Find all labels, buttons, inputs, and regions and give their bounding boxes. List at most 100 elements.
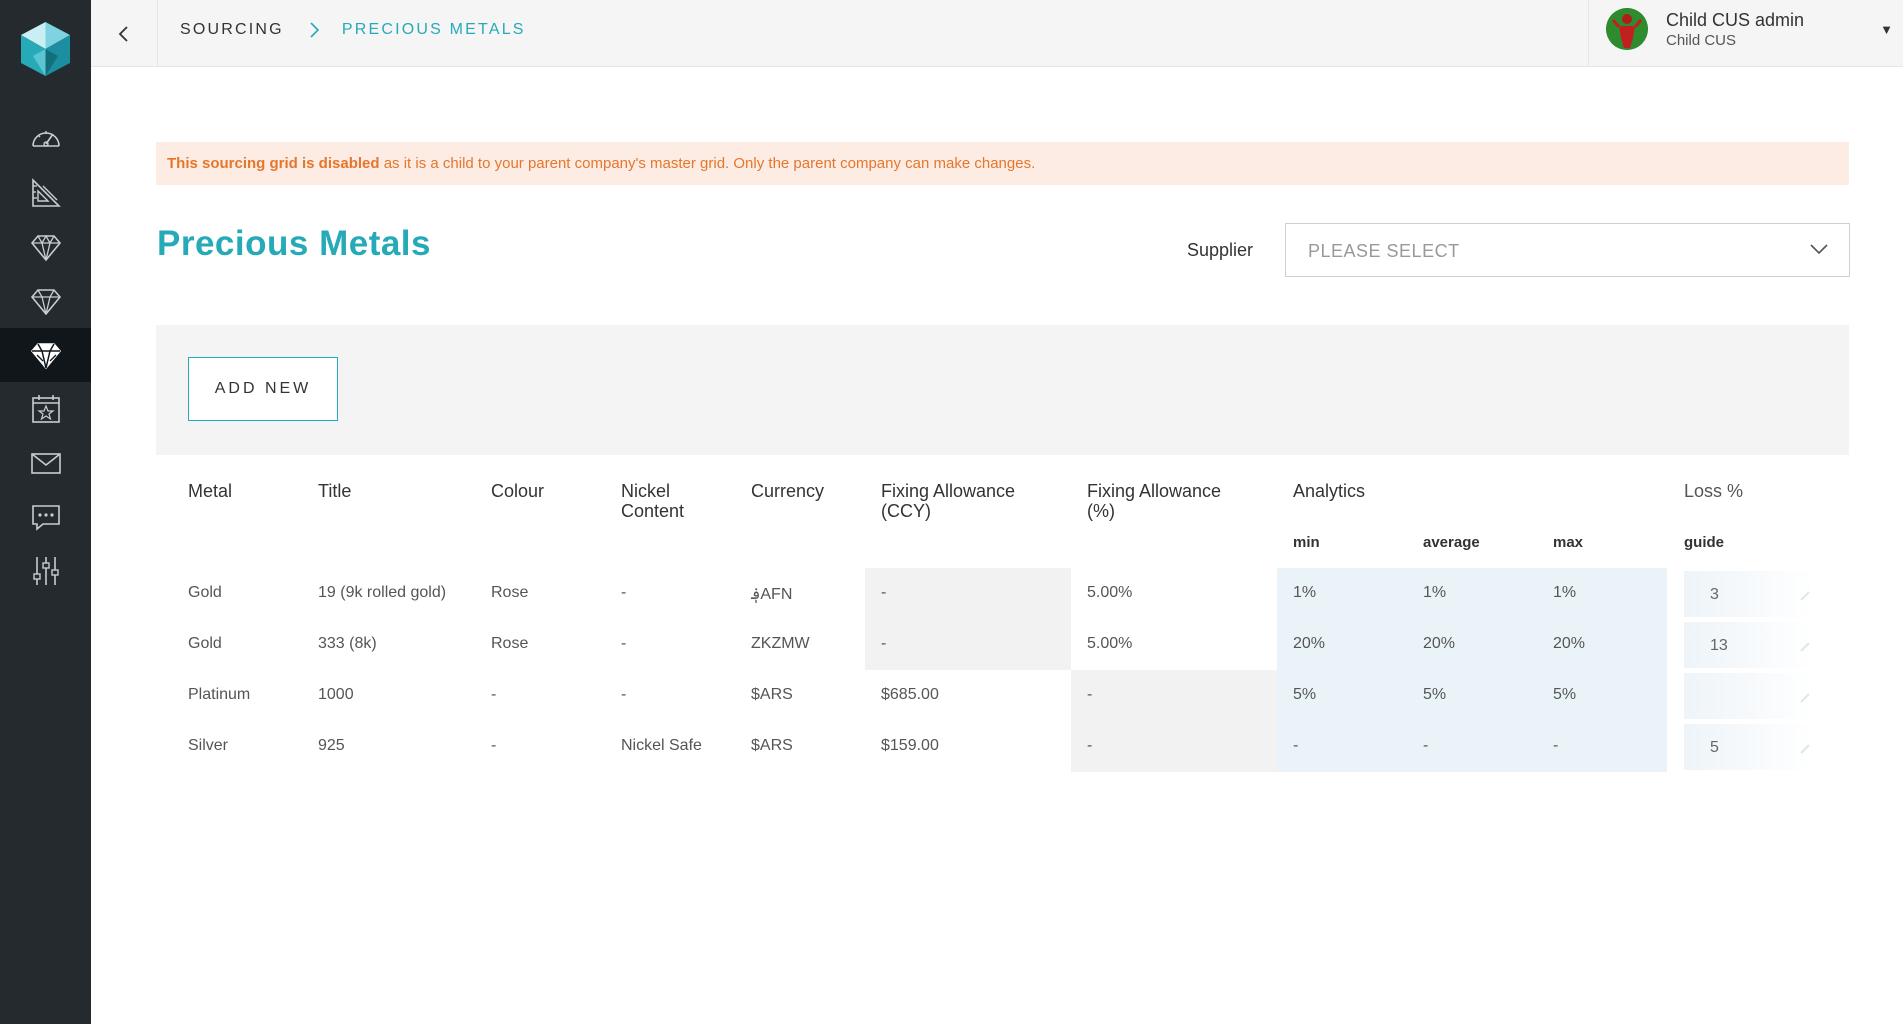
chevron-right-icon — [308, 21, 320, 39]
cell-fixing-pct: - — [1087, 686, 1093, 703]
disabled-grid-alert: This sourcing grid is disabled as it is … — [156, 142, 1849, 185]
loss-guide-input[interactable]: 13 — [1684, 622, 1814, 668]
cell-metal: Platinum — [188, 686, 251, 703]
chat-icon — [31, 505, 60, 531]
col-header-nickel: Nickel Content — [621, 481, 684, 521]
cell-title: 19 (9k rolled gold) — [318, 584, 447, 601]
cell-nickel: - — [621, 584, 627, 601]
back-button[interactable] — [91, 0, 158, 67]
user-menu[interactable]: Child CUS admin Child CUS ▼ — [1588, 0, 1903, 67]
user-org: Child CUS — [1666, 32, 1737, 49]
cell-currency: $ARS — [751, 737, 793, 754]
cell-currency: $ARS — [751, 686, 793, 703]
breadcrumb: SOURCING PRECIOUS METALS — [180, 21, 526, 39]
col-header-fixing-pct-line2: (%) — [1087, 501, 1115, 521]
loss-guide-input[interactable]: 5 — [1684, 724, 1814, 770]
cell-metal: Gold — [188, 584, 222, 601]
chevron-down-icon — [1809, 242, 1829, 261]
subheader-min: min — [1293, 534, 1320, 551]
cell-colour: - — [491, 686, 497, 703]
col-header-nickel-line1: Nickel — [621, 481, 671, 501]
sidebar — [0, 0, 91, 1024]
avatar — [1606, 8, 1648, 50]
nav-design[interactable] — [0, 166, 91, 220]
col-header-currency: Currency — [751, 481, 825, 501]
loss-guide-input[interactable] — [1684, 673, 1814, 719]
alert-text: as it is a child to your parent company'… — [379, 155, 1036, 172]
loss-guide-value: 3 — [1710, 586, 1719, 603]
supplier-select[interactable]: PLEASE SELECT — [1285, 223, 1850, 277]
gem-outline-icon — [30, 234, 61, 262]
precious-metals-icon — [30, 343, 61, 370]
col-header-analytics: Analytics — [1293, 481, 1366, 501]
col-header-title: Title — [318, 481, 352, 501]
subheader-average: average — [1423, 534, 1480, 551]
cell-colour: Rose — [491, 584, 529, 601]
subheader-max: max — [1553, 534, 1584, 551]
ruler-icon — [31, 178, 61, 207]
loss-guide-input[interactable]: 3 — [1684, 571, 1814, 617]
nav-gems[interactable] — [0, 220, 91, 274]
pencil-icon — [1800, 642, 1810, 652]
supplier-select-value: PLEASE SELECT — [1308, 241, 1460, 261]
cell-min: 5% — [1293, 686, 1317, 703]
breadcrumb-sourcing[interactable]: SOURCING — [180, 21, 284, 39]
calendar-star-icon — [31, 395, 60, 423]
col-header-fixing-ccy-line2: (CCY) — [881, 501, 931, 521]
add-new-button[interactable]: ADD NEW — [188, 357, 338, 421]
col-header-fixing-ccy-line1: Fixing Allowance — [881, 481, 1016, 501]
sliders-icon — [32, 557, 59, 585]
cell-nickel: - — [621, 635, 627, 652]
cell-nickel: - — [621, 686, 627, 703]
cell-fixing-ccy: - — [881, 584, 887, 601]
nav-events[interactable] — [0, 382, 91, 436]
cell-max: 1% — [1553, 584, 1577, 601]
cell-nickel: Nickel Safe — [621, 737, 702, 754]
cube-logo-icon[interactable] — [18, 20, 73, 78]
analytics-shade — [1277, 568, 1667, 772]
col-header-fixing-ccy: Fixing Allowance (CCY) — [881, 481, 1015, 521]
top-header: SOURCING PRECIOUS METALS Child CUS admin… — [91, 0, 1903, 67]
cell-average: 5% — [1423, 686, 1447, 703]
cell-title: 1000 — [318, 686, 354, 703]
col-header-colour: Colour — [491, 481, 545, 501]
cell-max: 20% — [1553, 635, 1586, 652]
cell-min: - — [1293, 737, 1299, 754]
cell-max: 5% — [1553, 686, 1577, 703]
col-header-nickel-line2: Content — [621, 501, 685, 521]
supplier-label: Supplier — [1187, 240, 1254, 260]
cell-fixing-pct: 5.00% — [1087, 635, 1133, 652]
caret-down-icon: ▼ — [1880, 22, 1893, 37]
nav-dashboard[interactable] — [0, 112, 91, 166]
col-header-loss: Loss % — [1684, 481, 1744, 501]
alert-bold-text: This sourcing grid is disabled — [167, 155, 380, 172]
fix-ccy-shade — [865, 568, 1071, 670]
nav-diamonds[interactable] — [0, 274, 91, 328]
cell-metal: Silver — [188, 737, 229, 754]
loss-guide-value: 5 — [1710, 739, 1719, 756]
nav-mail[interactable] — [0, 436, 91, 490]
page-title: Precious Metals — [157, 224, 431, 263]
nav-settings[interactable] — [0, 544, 91, 598]
cell-fixing-pct: 5.00% — [1087, 584, 1133, 601]
diamond-icon — [30, 289, 61, 316]
cell-min: 1% — [1293, 584, 1317, 601]
chevron-left-icon — [118, 25, 128, 42]
pencil-icon — [1800, 744, 1810, 754]
cell-fixing-ccy: $685.00 — [881, 686, 939, 703]
speedometer-icon — [31, 131, 60, 147]
nav-messages[interactable] — [0, 490, 91, 544]
cell-min: 20% — [1293, 635, 1326, 652]
col-header-fixing-pct: Fixing Allowance (%) — [1087, 481, 1221, 521]
mail-icon — [30, 453, 61, 474]
subheader-guide: guide — [1684, 534, 1724, 551]
col-header-fixing-pct-line1: Fixing Allowance — [1087, 481, 1222, 501]
cell-max: - — [1553, 737, 1559, 754]
pencil-icon — [1800, 693, 1810, 703]
cell-fixing-ccy: $159.00 — [881, 737, 939, 754]
grid-toolbar: ADD NEW — [156, 325, 1849, 455]
user-name: Child CUS admin — [1666, 10, 1805, 30]
col-header-metal: Metal — [188, 481, 233, 501]
cell-average: 20% — [1423, 635, 1456, 652]
nav-precious-metals[interactable] — [0, 328, 91, 382]
